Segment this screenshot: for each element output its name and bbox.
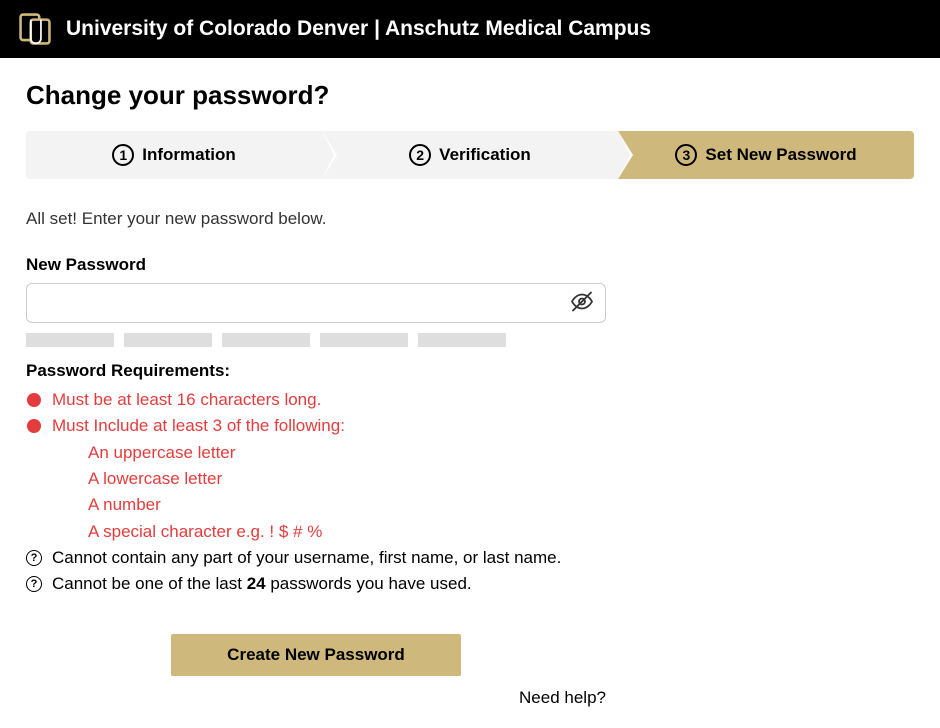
page-title: Change your password?	[26, 80, 914, 111]
password-strength-meter	[26, 333, 914, 347]
new-password-input-wrap	[26, 283, 606, 323]
submit-row: Create New Password Need help?	[26, 634, 606, 708]
main-content: Change your password? 1 Information 2 Ve…	[0, 58, 940, 728]
requirement-sub-item: A number	[88, 492, 914, 518]
step-label: Set New Password	[705, 145, 856, 165]
strength-bar	[124, 333, 212, 347]
requirement-text: Cannot contain any part of your username…	[52, 545, 561, 571]
question-icon: ?	[26, 550, 42, 566]
requirements-info-list: ? Cannot contain any part of your userna…	[26, 545, 914, 598]
step-label: Verification	[439, 145, 531, 165]
step-verification: 2 Verification	[322, 131, 618, 179]
requirement-item: Must be at least 16 characters long.	[26, 387, 914, 413]
new-password-label: New Password	[26, 255, 914, 275]
requirement-text: Must Include at least 3 of the following…	[52, 413, 345, 439]
question-icon: ?	[26, 576, 42, 592]
step-set-new-password: 3 Set New Password	[618, 131, 914, 179]
create-new-password-button[interactable]: Create New Password	[171, 634, 461, 676]
requirements-sublist: An uppercase letter A lowercase letter A…	[26, 440, 914, 545]
stepper: 1 Information 2 Verification 3 Set New P…	[26, 131, 914, 179]
requirement-item: Must Include at least 3 of the following…	[26, 413, 914, 439]
site-title: University of Colorado Denver | Anschutz…	[66, 17, 651, 41]
strength-bar	[320, 333, 408, 347]
requirement-text: Cannot be one of the last 24 passwords y…	[52, 571, 472, 597]
step-number: 2	[409, 144, 431, 166]
site-header: University of Colorado Denver | Anschutz…	[0, 0, 940, 58]
strength-bar	[26, 333, 114, 347]
step-number: 1	[112, 144, 134, 166]
step-information: 1 Information	[26, 131, 322, 179]
instruction-text: All set! Enter your new password below.	[26, 209, 914, 229]
toggle-password-visibility-button[interactable]	[566, 286, 598, 321]
requirement-text: Must be at least 16 characters long.	[52, 387, 321, 413]
new-password-input[interactable]	[26, 283, 606, 323]
requirement-sub-item: An uppercase letter	[88, 440, 914, 466]
cu-logo-icon	[18, 12, 52, 46]
requirements-title: Password Requirements:	[26, 361, 914, 381]
requirement-sub-item: A lowercase letter	[88, 466, 914, 492]
requirement-sub-item: A special character e.g. ! $ # %	[88, 519, 914, 545]
requirement-info-item: ? Cannot be one of the last 24 passwords…	[26, 571, 914, 597]
status-dot-icon	[26, 418, 42, 434]
requirement-info-item: ? Cannot contain any part of your userna…	[26, 545, 914, 571]
eye-slash-icon	[570, 302, 594, 317]
step-number: 3	[675, 144, 697, 166]
strength-bar	[222, 333, 310, 347]
status-dot-icon	[26, 392, 42, 408]
need-help-link[interactable]: Need help?	[519, 688, 606, 708]
strength-bar	[418, 333, 506, 347]
requirements-list: Must be at least 16 characters long. Mus…	[26, 387, 914, 440]
step-label: Information	[142, 145, 236, 165]
